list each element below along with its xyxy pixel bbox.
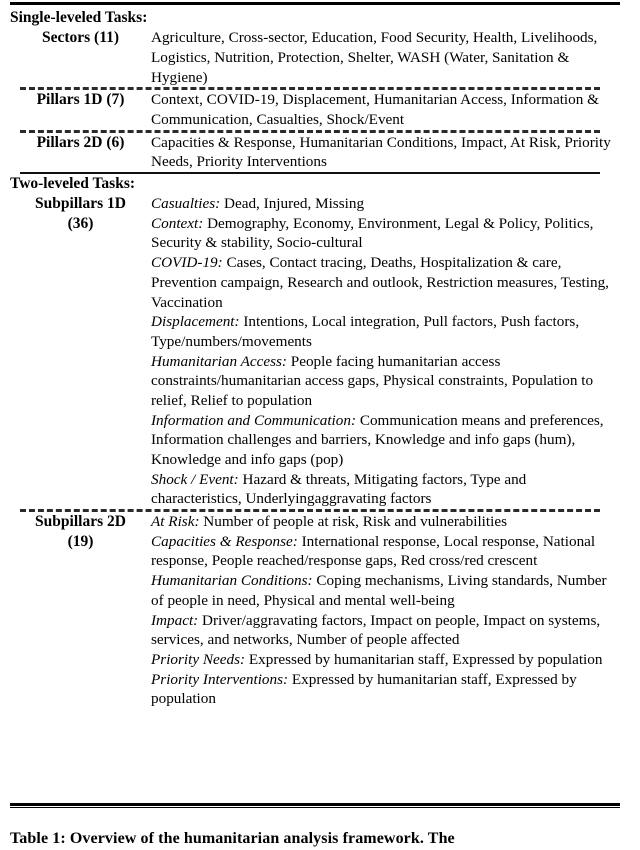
section-heading-single-leveled: Single-leveled Tasks: xyxy=(10,9,148,26)
entry: Capacities & Response: International res… xyxy=(151,532,620,571)
row-body-sectors: Agriculture, Cross-sector, Education, Fo… xyxy=(151,28,620,87)
entry-key: At Risk: xyxy=(151,513,200,531)
entry-key: Information and Communication: xyxy=(151,411,357,429)
row-label-subpillars-1d: Subpillars 1D (36) xyxy=(10,194,151,509)
entry: At Risk: Number of people at risk, Risk … xyxy=(151,512,620,532)
entry-key: Impact: xyxy=(151,611,199,629)
entry-key: Shock / Event: xyxy=(151,470,239,488)
entry: Displacement: Intentions, Local integrat… xyxy=(151,312,620,351)
entry-key: Capacities & Response: xyxy=(151,532,298,550)
entry: Capacities & Response, Humanitarian Cond… xyxy=(151,133,620,172)
section-heading-row: Single-leveled Tasks: xyxy=(10,8,620,28)
entry-key: Context: xyxy=(151,214,204,232)
section-heading-row: Two-leveled Tasks: xyxy=(10,174,620,194)
entry-value: Number of people at risk, Risk and vulne… xyxy=(203,513,507,531)
row-body-subpillars-1d: Casualties: Dead, Injured, Missing Conte… xyxy=(151,194,620,509)
table-row: Pillars 1D (7) Context, COVID-19, Displa… xyxy=(10,90,620,129)
row-body-pillars-2d: Capacities & Response, Humanitarian Cond… xyxy=(151,133,620,172)
entry: Shock / Event: Hazard & threats, Mitigat… xyxy=(151,470,620,509)
entry: Casualties: Dead, Injured, Missing xyxy=(151,194,620,214)
entry-key: Displacement: xyxy=(151,313,240,331)
entry-value: Capacities & Response, Humanitarian Cond… xyxy=(151,133,611,171)
entry: Humanitarian Conditions: Coping mechanis… xyxy=(151,571,620,610)
entry-value: Driver/aggravating factors, Impact on pe… xyxy=(151,611,601,649)
entry: Agriculture, Cross-sector, Education, Fo… xyxy=(151,28,620,87)
row-label-subpillars-2d: Subpillars 2D (19) xyxy=(10,512,151,709)
row-label-line1: Subpillars 2D xyxy=(35,513,126,531)
table-body: Single-leveled Tasks: Sectors (11) Agric… xyxy=(10,8,620,709)
entry-value: Context, COVID-19, Displacement, Humanit… xyxy=(151,91,599,128)
row-label-pillars-2d: Pillars 2D (6) xyxy=(10,133,151,172)
entry: Priority Interventions: Expressed by hum… xyxy=(151,670,620,709)
entry-key: Humanitarian Conditions: xyxy=(151,572,313,590)
row-label-line1: Pillars 1D (7) xyxy=(36,91,125,109)
entry-key: Priority Needs: xyxy=(151,650,246,668)
table-row: Subpillars 1D (36) Casualties: Dead, Inj… xyxy=(10,194,620,509)
entry: Impact: Driver/aggravating factors, Impa… xyxy=(151,611,620,650)
entry-key: Humanitarian Access: xyxy=(151,352,287,370)
entry-value: Dead, Injured, Missing xyxy=(224,195,365,213)
section-heading-two-leveled: Two-leveled Tasks: xyxy=(10,174,136,192)
row-label-line1: Pillars 2D (6) xyxy=(36,133,125,151)
row-body-pillars-1d: Context, COVID-19, Displacement, Humanit… xyxy=(151,90,620,129)
entry-value: Expressed by humanitarian staff, Express… xyxy=(248,650,603,668)
document-page: Single-leveled Tasks: Sectors (11) Agric… xyxy=(0,0,640,847)
row-label-line2: (19) xyxy=(67,533,94,551)
table-row: Subpillars 2D (19) At Risk: Number of pe… xyxy=(10,512,620,709)
row-body-subpillars-2d: At Risk: Number of people at risk, Risk … xyxy=(151,512,620,709)
entry: COVID-19: Cases, Contact tracing, Deaths… xyxy=(151,253,620,312)
row-label-line1: Sectors (11) xyxy=(41,29,120,47)
table-row: Sectors (11) Agriculture, Cross-sector, … xyxy=(10,28,620,87)
framework-overview-table: Single-leveled Tasks: Sectors (11) Agric… xyxy=(10,8,620,709)
entry: Information and Communication: Communica… xyxy=(151,411,620,470)
entry-value: Demography, Economy, Environment, Legal … xyxy=(151,214,594,252)
entry: Humanitarian Access: People facing human… xyxy=(151,352,620,411)
row-label-sectors: Sectors (11) xyxy=(10,28,151,87)
row-label-pillars-1d: Pillars 1D (7) xyxy=(10,90,151,129)
entry: Priority Needs: Expressed by humanitaria… xyxy=(151,650,620,670)
entry: Context, COVID-19, Displacement, Humanit… xyxy=(151,90,620,129)
table-top-rule xyxy=(10,2,620,5)
row-label-line2: (36) xyxy=(67,215,94,233)
entry-key: Casualties: xyxy=(151,195,221,213)
entry-value: Agriculture, Cross-sector, Education, Fo… xyxy=(151,29,598,86)
table-caption: Table 1: Overview of the humanitarian an… xyxy=(10,830,455,848)
row-label-line1: Subpillars 1D xyxy=(35,195,126,213)
entry: Context: Demography, Economy, Environmen… xyxy=(151,214,620,253)
entry-key: Priority Interventions: xyxy=(151,670,289,688)
table-row: Pillars 2D (6) Capacities & Response, Hu… xyxy=(10,133,620,172)
table-bottom-rule xyxy=(10,803,620,808)
entry-key: COVID-19: xyxy=(151,254,223,272)
